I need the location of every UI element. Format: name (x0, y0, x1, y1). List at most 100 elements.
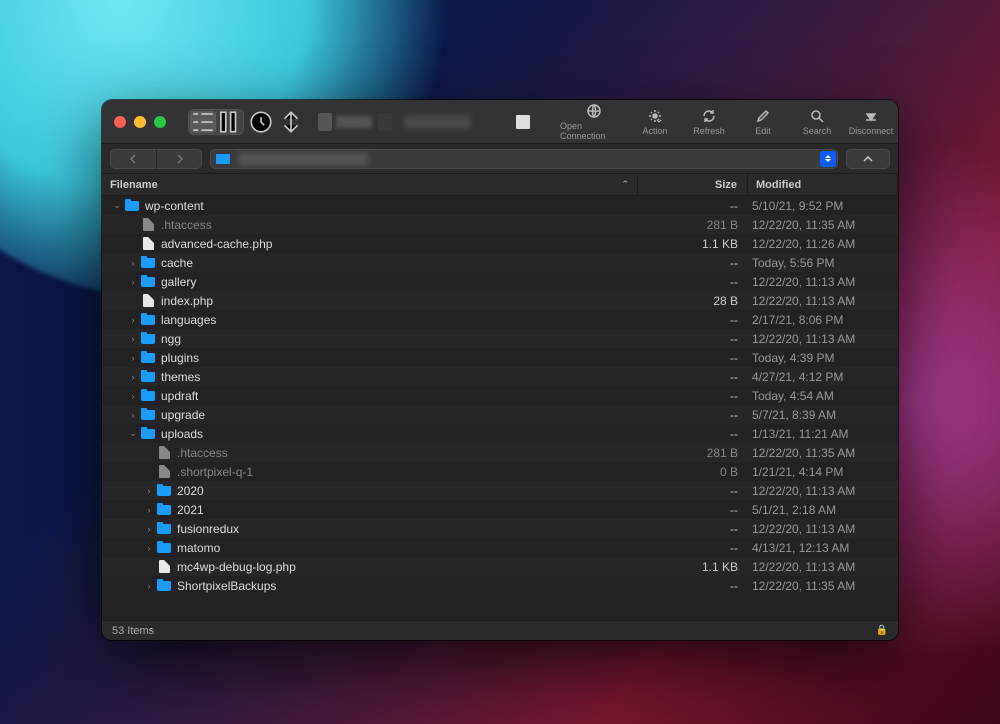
file-row[interactable]: .htaccess281 B12/22/20, 11:35 AM (102, 443, 898, 462)
file-size: 0 B (638, 465, 748, 479)
chevron-down-icon[interactable]: ⌄ (126, 428, 140, 439)
file-row[interactable]: › ngg --12/22/20, 11:13 AM (102, 329, 898, 348)
file-row[interactable]: advanced-cache.php1.1 KB12/22/20, 11:26 … (102, 234, 898, 253)
file-row[interactable]: ›2021--5/1/21, 2:18 AM (102, 500, 898, 519)
zoom-button[interactable] (154, 116, 166, 128)
file-name: mc4wp-debug-log.php (177, 560, 296, 574)
file-icon (140, 218, 156, 232)
chevron-right-icon[interactable]: › (142, 505, 156, 515)
file-size: 28 B (638, 294, 748, 308)
folder-icon (140, 275, 156, 289)
chevron-right-icon[interactable]: › (126, 315, 140, 325)
edit-label: Edit (755, 126, 771, 136)
file-modified: 12/22/20, 11:13 AM (748, 560, 898, 574)
chevron-right-icon[interactable]: › (126, 410, 140, 420)
file-modified: 12/22/20, 11:26 AM (748, 237, 898, 251)
file-name: ngg (161, 332, 181, 346)
folder-icon (140, 256, 156, 270)
titlebar: Open Connection Action Refresh Edit Sear… (102, 100, 898, 144)
folder-icon (156, 579, 172, 593)
file-row[interactable]: ›themes--4/27/21, 4:12 PM (102, 367, 898, 386)
file-row[interactable]: ›plugins--Today, 4:39 PM (102, 348, 898, 367)
outline-view-button[interactable] (190, 111, 216, 133)
file-row[interactable]: ⌄wp-content--5/10/21, 9:52 PM (102, 196, 898, 215)
file-modified: 12/22/20, 11:13 AM (748, 522, 898, 536)
file-name: .htaccess (177, 446, 228, 460)
sort-ascending-icon: ⌃ (621, 179, 629, 190)
file-name: index.php (161, 294, 213, 308)
list-view-button[interactable] (216, 111, 242, 133)
file-row[interactable]: ›matomo--4/13/21, 12:13 AM (102, 538, 898, 557)
file-modified: 12/22/20, 11:13 AM (748, 294, 898, 308)
file-row[interactable]: ›updraft--Today, 4:54 AM (102, 386, 898, 405)
file-modified: Today, 5:56 PM (748, 256, 898, 270)
tab-1[interactable] (318, 113, 372, 131)
file-row[interactable]: .htaccess281 B12/22/20, 11:35 AM (102, 215, 898, 234)
file-row[interactable]: ›cache--Today, 5:56 PM (102, 253, 898, 272)
chevron-right-icon[interactable]: › (126, 372, 140, 382)
nav-forward-button[interactable] (156, 149, 202, 169)
file-modified: 12/22/20, 11:13 AM (748, 332, 898, 346)
close-button[interactable] (114, 116, 126, 128)
file-name: ShortpixelBackups (177, 579, 276, 593)
file-row[interactable]: ›gallery--12/22/20, 11:13 AM (102, 272, 898, 291)
file-row[interactable]: ›fusionredux--12/22/20, 11:13 AM (102, 519, 898, 538)
file-row[interactable]: index.php 28 B12/22/20, 11:13 AM (102, 291, 898, 310)
disconnect-button[interactable]: Disconnect (844, 100, 898, 144)
chevron-right-icon[interactable]: › (142, 486, 156, 496)
chevron-right-icon[interactable]: › (142, 543, 156, 553)
view-mode-segment[interactable] (188, 109, 244, 135)
file-name: updraft (161, 389, 198, 403)
chevron-right-icon[interactable]: › (126, 391, 140, 401)
file-list[interactable]: ⌄wp-content--5/10/21, 9:52 PM.htaccess28… (102, 196, 898, 620)
file-size: -- (638, 313, 748, 327)
search-button[interactable]: Search (790, 100, 844, 144)
file-size: -- (638, 256, 748, 270)
transfers-button[interactable] (278, 111, 304, 133)
path-field[interactable] (210, 149, 838, 169)
folder-icon (140, 427, 156, 441)
header-filename-label: Filename (110, 179, 158, 191)
file-row[interactable]: ›languages--2/17/21, 8:06 PM (102, 310, 898, 329)
header-modified[interactable]: Modified (748, 174, 898, 195)
file-size: -- (638, 332, 748, 346)
tab-3[interactable] (476, 113, 530, 131)
chevron-right-icon[interactable]: › (142, 524, 156, 534)
action-button[interactable]: Action (628, 100, 682, 144)
chevron-right-icon[interactable]: › (142, 581, 156, 591)
chevron-down-icon[interactable]: ⌄ (110, 200, 124, 211)
refresh-label: Refresh (693, 126, 725, 136)
chevron-right-icon[interactable]: › (126, 334, 140, 344)
file-row[interactable]: ›2020--12/22/20, 11:13 AM (102, 481, 898, 500)
open-connection-button[interactable]: Open Connection (560, 100, 628, 144)
file-row[interactable]: ⌄uploads--1/13/21, 11:21 AM (102, 424, 898, 443)
file-name: .htaccess (161, 218, 212, 232)
file-row[interactable]: ›upgrade--5/7/21, 8:39 AM (102, 405, 898, 424)
header-size[interactable]: Size (638, 174, 748, 195)
chevron-right-icon[interactable]: › (126, 258, 140, 268)
refresh-button[interactable]: Refresh (682, 100, 736, 144)
nav-back-button[interactable] (110, 149, 156, 169)
file-row[interactable]: ›ShortpixelBackups--12/22/20, 11:35 AM (102, 576, 898, 595)
chevron-right-icon[interactable]: › (126, 277, 140, 287)
path-dropdown-stepper[interactable] (820, 151, 836, 167)
file-modified: 12/22/20, 11:35 AM (748, 218, 898, 232)
minimize-button[interactable] (134, 116, 146, 128)
file-size: -- (638, 351, 748, 365)
file-row[interactable]: mc4wp-debug-log.php 1.1 KB12/22/20, 11:13… (102, 557, 898, 576)
file-name: languages (161, 313, 216, 327)
file-size: -- (638, 408, 748, 422)
go-up-button[interactable] (846, 149, 890, 169)
file-row[interactable]: .shortpixel-q-10 B1/21/21, 4:14 PM (102, 462, 898, 481)
edit-button[interactable]: Edit (736, 100, 790, 144)
file-size: 1.1 KB (638, 560, 748, 574)
file-modified: 1/13/21, 11:21 AM (748, 427, 898, 441)
history-button[interactable] (248, 111, 274, 133)
file-size: -- (638, 484, 748, 498)
header-filename[interactable]: Filename ⌃ (102, 174, 638, 195)
chevron-right-icon[interactable]: › (126, 353, 140, 363)
file-size: -- (638, 579, 748, 593)
folder-icon (156, 484, 172, 498)
tab-2[interactable] (378, 113, 470, 131)
file-size: -- (638, 199, 748, 213)
